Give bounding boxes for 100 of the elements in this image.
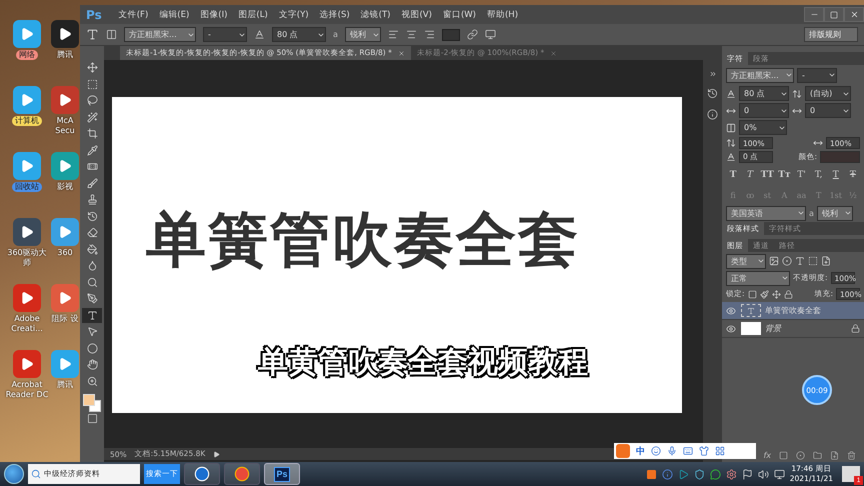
- canvas-text: 单簧管吹奏全套: [146, 204, 580, 276]
- text-style-button[interactable]: T,: [812, 170, 826, 180]
- folder-icon: [813, 450, 822, 460]
- leading-select[interactable]: (自动): [805, 86, 851, 101]
- menu-item[interactable]: 窗口(W): [442, 8, 476, 20]
- text-style-button[interactable]: Ŧ: [846, 170, 860, 180]
- desktop-icon-label: Acrobat Reader DC: [5, 380, 49, 400]
- text-style-button[interactable]: TT: [760, 170, 774, 180]
- desktop-icon-label: 网络: [16, 50, 38, 60]
- app-icon[interactable]: [51, 86, 79, 114]
- menu-item[interactable]: 视图(V): [401, 8, 432, 20]
- layer-row[interactable]: 单簧管吹奏全套: [722, 302, 864, 320]
- layer-filter-select[interactable]: 类型: [726, 254, 766, 268]
- expand-icon: [213, 450, 220, 458]
- play-icon: [20, 225, 34, 239]
- desktop-icon-label: 360: [56, 248, 74, 258]
- menu-item[interactable]: 帮助(H): [486, 8, 518, 20]
- pointer-icon: [86, 326, 98, 338]
- antialias-label: a: [809, 208, 814, 218]
- text-style-button[interactable]: T: [743, 170, 758, 180]
- font-style-select[interactable]: -: [203, 27, 247, 42]
- font-size-select[interactable]: 80 点: [739, 86, 789, 101]
- desktop-icon-label: 阻际 设: [51, 314, 79, 324]
- workspace-button[interactable]: 排版规则: [804, 27, 858, 42]
- start-button[interactable]: [4, 464, 24, 484]
- text-style-button[interactable]: T: [726, 170, 740, 180]
- color-swatches[interactable]: [83, 394, 101, 412]
- type-filter-icon: [795, 256, 805, 266]
- crop-icon: [86, 128, 98, 140]
- align-right-icon: [424, 29, 435, 40]
- eraser-icon: [86, 227, 98, 238]
- font-select[interactable]: 方正粗黑宋...: [124, 27, 196, 42]
- app-icon[interactable]: [13, 20, 41, 48]
- menu-item[interactable]: 文字(Y): [278, 8, 309, 20]
- font-style-select[interactable]: -: [797, 68, 837, 82]
- kerning-select[interactable]: 0: [739, 103, 789, 118]
- play-icon: [58, 27, 72, 41]
- pixel-filter-icon: [769, 256, 779, 266]
- menu-item[interactable]: 滤镜(T): [360, 8, 390, 20]
- language-select[interactable]: 美国英语: [726, 206, 806, 220]
- desktop-icon-label: 回收站: [12, 182, 42, 192]
- blend-mode-select[interactable]: 正常: [726, 270, 790, 286]
- menu-item[interactable]: 图像(I): [200, 8, 228, 20]
- type-icon: [747, 306, 755, 314]
- taskbar-app-button[interactable]: [184, 463, 220, 485]
- close-icon: [850, 10, 858, 19]
- menu-item[interactable]: 选择(S): [320, 8, 350, 20]
- ime-logo-icon: [616, 444, 630, 458]
- text-color-swatch[interactable]: [442, 28, 460, 40]
- hand-icon: [86, 359, 98, 370]
- warp-text-icon: [466, 29, 478, 40]
- desktop-icon-label: McA Secu: [54, 116, 76, 136]
- antialias-select[interactable]: 锐利: [344, 27, 381, 42]
- menu-item[interactable]: 文件(F): [118, 8, 148, 20]
- keyboard-icon: [683, 446, 693, 456]
- smart-object-filter-icon: [821, 256, 831, 266]
- caret-icon: [781, 274, 789, 282]
- close-button[interactable]: [844, 7, 864, 22]
- ellipse-icon: [86, 342, 98, 354]
- antialias-select[interactable]: 锐利: [816, 206, 853, 220]
- marquee-icon: [86, 78, 98, 90]
- lasso-icon: [86, 95, 98, 106]
- layer-row[interactable]: 背景: [722, 320, 864, 338]
- maximize-button[interactable]: [824, 7, 844, 22]
- menu-item[interactable]: 图层(L): [238, 8, 268, 20]
- menu-item[interactable]: 编辑(E): [159, 8, 190, 20]
- shield-icon: [694, 468, 705, 480]
- text-style-button[interactable]: T: [828, 170, 843, 180]
- tsume-select[interactable]: 0%: [739, 120, 787, 135]
- caret-icon: [757, 257, 765, 265]
- app-icon[interactable]: [13, 86, 41, 114]
- lock-paint-icon: [760, 290, 769, 298]
- text-style-button[interactable]: T': [794, 170, 809, 180]
- gear-icon: [726, 468, 737, 480]
- orientation-icon: [106, 29, 117, 40]
- taskbar-app-button[interactable]: [224, 463, 260, 485]
- app-icon[interactable]: [51, 20, 79, 48]
- layer-style-button[interactable]: fx: [763, 450, 771, 460]
- font-select[interactable]: 方正粗黑宋...: [726, 68, 794, 82]
- adjustment-icon: [796, 450, 805, 460]
- tray-play-icon: [678, 468, 689, 480]
- app-icon[interactable]: [13, 218, 41, 246]
- font-size-select[interactable]: 80 点: [272, 27, 326, 42]
- color-swatch[interactable]: [820, 151, 860, 163]
- play-icon: [20, 93, 34, 107]
- type-tool-icon: [86, 28, 99, 41]
- app-logo: Ps: [86, 8, 102, 22]
- text-style-button[interactable]: Tт: [777, 170, 792, 180]
- microphone-icon: [667, 446, 677, 456]
- play-icon: [58, 291, 72, 305]
- tool-button[interactable]: [82, 308, 102, 323]
- shape-filter-icon: [808, 256, 818, 266]
- history-icon: [707, 88, 718, 99]
- info-icon: [707, 109, 718, 120]
- tracking-select[interactable]: 0: [805, 103, 851, 118]
- caret-icon: [785, 71, 793, 79]
- taskbar-app-button[interactable]: Ps: [264, 463, 300, 485]
- play-icon: [20, 357, 34, 371]
- ime-mode[interactable]: 中: [636, 444, 645, 458]
- desktop-icon-label: Adobe Creati...: [10, 314, 44, 334]
